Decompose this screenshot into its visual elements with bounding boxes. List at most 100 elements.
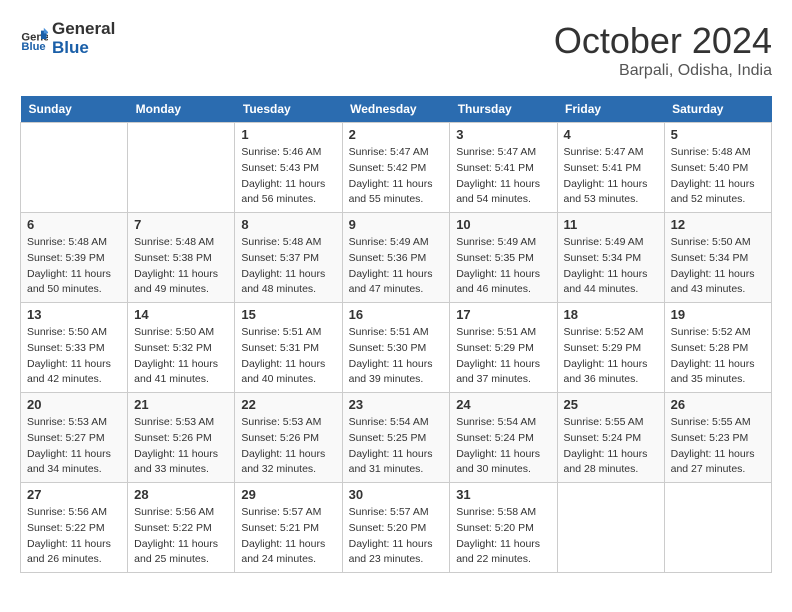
sunset-text: Sunset: 5:39 PM (27, 251, 121, 267)
day-info: Sunrise: 5:48 AMSunset: 5:39 PMDaylight:… (27, 235, 121, 298)
page-header: General Blue General Blue October 2024 B… (20, 20, 772, 80)
daylight-text-cont: and 24 minutes. (241, 552, 335, 568)
calendar-cell (21, 123, 128, 213)
day-info: Sunrise: 5:48 AMSunset: 5:37 PMDaylight:… (241, 235, 335, 298)
day-number: 2 (349, 127, 444, 142)
sunrise-text: Sunrise: 5:55 AM (564, 415, 658, 431)
day-number: 22 (241, 397, 335, 412)
sunrise-text: Sunrise: 5:50 AM (671, 235, 765, 251)
sunrise-text: Sunrise: 5:53 AM (241, 415, 335, 431)
sunset-text: Sunset: 5:20 PM (349, 521, 444, 537)
day-number: 26 (671, 397, 765, 412)
day-info: Sunrise: 5:49 AMSunset: 5:34 PMDaylight:… (564, 235, 658, 298)
calendar-cell (557, 483, 664, 573)
daylight-text-cont: and 30 minutes. (456, 462, 550, 478)
daylight-text: Daylight: 11 hours (241, 177, 335, 193)
day-number: 11 (564, 217, 658, 232)
sunset-text: Sunset: 5:31 PM (241, 341, 335, 357)
day-info: Sunrise: 5:49 AMSunset: 5:36 PMDaylight:… (349, 235, 444, 298)
day-info: Sunrise: 5:47 AMSunset: 5:42 PMDaylight:… (349, 145, 444, 208)
calendar-week-2: 6Sunrise: 5:48 AMSunset: 5:39 PMDaylight… (21, 213, 772, 303)
calendar-cell: 21 Sunrise: 5:53 AMSunset: 5:26 PMDayligh… (128, 393, 235, 483)
day-info: Sunrise: 5:50 AMSunset: 5:34 PMDaylight:… (671, 235, 765, 298)
day-number: 24 (456, 397, 550, 412)
sunset-text: Sunset: 5:32 PM (134, 341, 228, 357)
day-number: 12 (671, 217, 765, 232)
calendar-cell: 12 Sunrise: 5:50 AMSunset: 5:34 PMDayligh… (664, 213, 771, 303)
daylight-text: Daylight: 11 hours (564, 267, 658, 283)
day-info: Sunrise: 5:54 AMSunset: 5:25 PMDaylight:… (349, 415, 444, 478)
daylight-text-cont: and 35 minutes. (671, 372, 765, 388)
daylight-text-cont: and 40 minutes. (241, 372, 335, 388)
logo: General Blue General Blue (20, 20, 115, 57)
day-number: 4 (564, 127, 658, 142)
sunset-text: Sunset: 5:25 PM (349, 431, 444, 447)
sunrise-text: Sunrise: 5:47 AM (349, 145, 444, 161)
logo-line2: Blue (52, 39, 115, 58)
sunrise-text: Sunrise: 5:56 AM (134, 505, 228, 521)
sunset-text: Sunset: 5:43 PM (241, 161, 335, 177)
day-number: 21 (134, 397, 228, 412)
daylight-text-cont: and 33 minutes. (134, 462, 228, 478)
daylight-text: Daylight: 11 hours (349, 267, 444, 283)
calendar-week-1: 1Sunrise: 5:46 AMSunset: 5:43 PMDaylight… (21, 123, 772, 213)
day-info: Sunrise: 5:56 AMSunset: 5:22 PMDaylight:… (27, 505, 121, 568)
sunset-text: Sunset: 5:27 PM (27, 431, 121, 447)
month-title: October 2024 (554, 20, 772, 62)
daylight-text: Daylight: 11 hours (671, 177, 765, 193)
daylight-text-cont: and 53 minutes. (564, 192, 658, 208)
daylight-text-cont: and 52 minutes. (671, 192, 765, 208)
daylight-text-cont: and 47 minutes. (349, 282, 444, 298)
calendar-cell: 14Sunrise: 5:50 AMSunset: 5:32 PMDayligh… (128, 303, 235, 393)
daylight-text: Daylight: 11 hours (134, 537, 228, 553)
day-number: 14 (134, 307, 228, 322)
daylight-text: Daylight: 11 hours (27, 267, 121, 283)
sunset-text: Sunset: 5:42 PM (349, 161, 444, 177)
sunset-text: Sunset: 5:33 PM (27, 341, 121, 357)
sunset-text: Sunset: 5:29 PM (456, 341, 550, 357)
sunrise-text: Sunrise: 5:47 AM (456, 145, 550, 161)
day-header-thursday: Thursday (450, 96, 557, 123)
logo-icon: General Blue (20, 25, 48, 53)
day-info: Sunrise: 5:47 AMSunset: 5:41 PMDaylight:… (564, 145, 658, 208)
daylight-text-cont: and 26 minutes. (27, 552, 121, 568)
day-info: Sunrise: 5:57 AMSunset: 5:20 PMDaylight:… (349, 505, 444, 568)
svg-text:Blue: Blue (21, 41, 45, 53)
daylight-text: Daylight: 11 hours (456, 537, 550, 553)
day-info: Sunrise: 5:53 AMSunset: 5:26 PMDaylight:… (134, 415, 228, 478)
location: Barpali, Odisha, India (554, 62, 772, 80)
sunset-text: Sunset: 5:22 PM (134, 521, 228, 537)
daylight-text-cont: and 55 minutes. (349, 192, 444, 208)
calendar-cell: 30Sunrise: 5:57 AMSunset: 5:20 PMDayligh… (342, 483, 450, 573)
sunrise-text: Sunrise: 5:49 AM (349, 235, 444, 251)
sunrise-text: Sunrise: 5:48 AM (134, 235, 228, 251)
daylight-text: Daylight: 11 hours (241, 357, 335, 373)
daylight-text-cont: and 46 minutes. (456, 282, 550, 298)
daylight-text-cont: and 31 minutes. (349, 462, 444, 478)
day-info: Sunrise: 5:52 AMSunset: 5:28 PMDaylight:… (671, 325, 765, 388)
daylight-text: Daylight: 11 hours (456, 447, 550, 463)
sunrise-text: Sunrise: 5:46 AM (241, 145, 335, 161)
day-header-sunday: Sunday (21, 96, 128, 123)
day-header-wednesday: Wednesday (342, 96, 450, 123)
daylight-text: Daylight: 11 hours (671, 357, 765, 373)
day-number: 18 (564, 307, 658, 322)
daylight-text: Daylight: 11 hours (456, 177, 550, 193)
sunrise-text: Sunrise: 5:57 AM (349, 505, 444, 521)
calendar-cell: 22 Sunrise: 5:53 AMSunset: 5:26 PMDayligh… (235, 393, 342, 483)
title-section: October 2024 Barpali, Odisha, India (554, 20, 772, 80)
day-number: 16 (349, 307, 444, 322)
day-info: Sunrise: 5:53 AMSunset: 5:26 PMDaylight:… (241, 415, 335, 478)
sunset-text: Sunset: 5:38 PM (134, 251, 228, 267)
daylight-text-cont: and 50 minutes. (27, 282, 121, 298)
calendar-cell: 11 Sunrise: 5:49 AMSunset: 5:34 PMDayligh… (557, 213, 664, 303)
daylight-text: Daylight: 11 hours (564, 177, 658, 193)
daylight-text-cont: and 28 minutes. (564, 462, 658, 478)
sunset-text: Sunset: 5:29 PM (564, 341, 658, 357)
sunset-text: Sunset: 5:28 PM (671, 341, 765, 357)
sunset-text: Sunset: 5:21 PM (241, 521, 335, 537)
day-info: Sunrise: 5:57 AMSunset: 5:21 PMDaylight:… (241, 505, 335, 568)
daylight-text-cont: and 49 minutes. (134, 282, 228, 298)
calendar-cell (128, 123, 235, 213)
day-info: Sunrise: 5:48 AMSunset: 5:40 PMDaylight:… (671, 145, 765, 208)
